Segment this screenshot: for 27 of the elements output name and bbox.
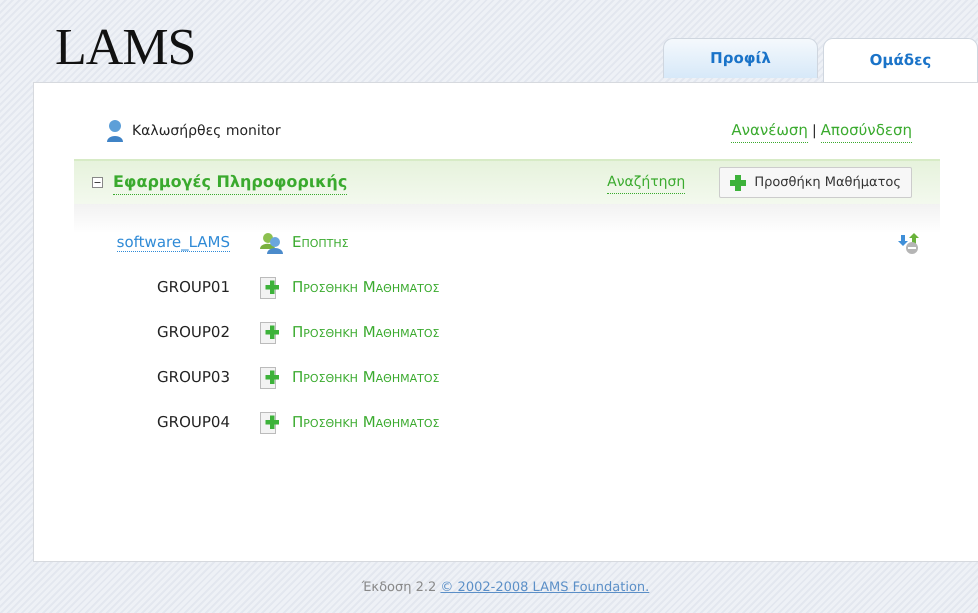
link-separator: | [812,122,817,140]
group-name: GROUP01 [156,277,231,298]
reorder-icon[interactable] [898,230,920,254]
course-title[interactable]: Εφαρμογές Πληροφορικής [113,170,348,195]
subgroup-link[interactable]: software_LAMS [116,233,230,252]
users-icon [260,232,284,254]
logo: LAMS [55,22,196,74]
add-lesson-link[interactable]: Προσθηκη Μαθηματος [260,411,440,434]
role-text: Εποπτης [292,232,349,254]
group-name: GROUP04 [156,412,231,434]
add-lesson-link[interactable]: Προσθηκη Μαθηματος [260,276,440,299]
tab[interactable]: Προφίλ [663,38,818,78]
user-icon [106,119,124,143]
copyright-link[interactable]: © 2002-2008 LAMS Foundation. [440,580,650,595]
collapse-icon[interactable] [92,177,103,188]
tab[interactable]: Ομάδες [823,38,978,82]
plus-icon [730,174,746,190]
welcome-text: Καλωσήρθες monitor [132,122,281,140]
header-link[interactable]: Ανανέωση [731,119,808,143]
header-link[interactable]: Αποσύνδεση [820,119,912,143]
version-text: Έκδοση 2.2 [362,580,436,595]
group-name: GROUP02 [156,322,231,344]
group-name: GROUP03 [156,367,231,388]
add-lesson-link[interactable]: Προσθηκη Μαθηματος [260,366,440,389]
add-lesson-link[interactable]: Προσθηκη Μαθηματος [260,321,440,344]
search-link[interactable]: Αναζήτηση [607,172,686,194]
add-lesson-button[interactable]: Προσθήκη Μαθήματος [719,166,912,198]
